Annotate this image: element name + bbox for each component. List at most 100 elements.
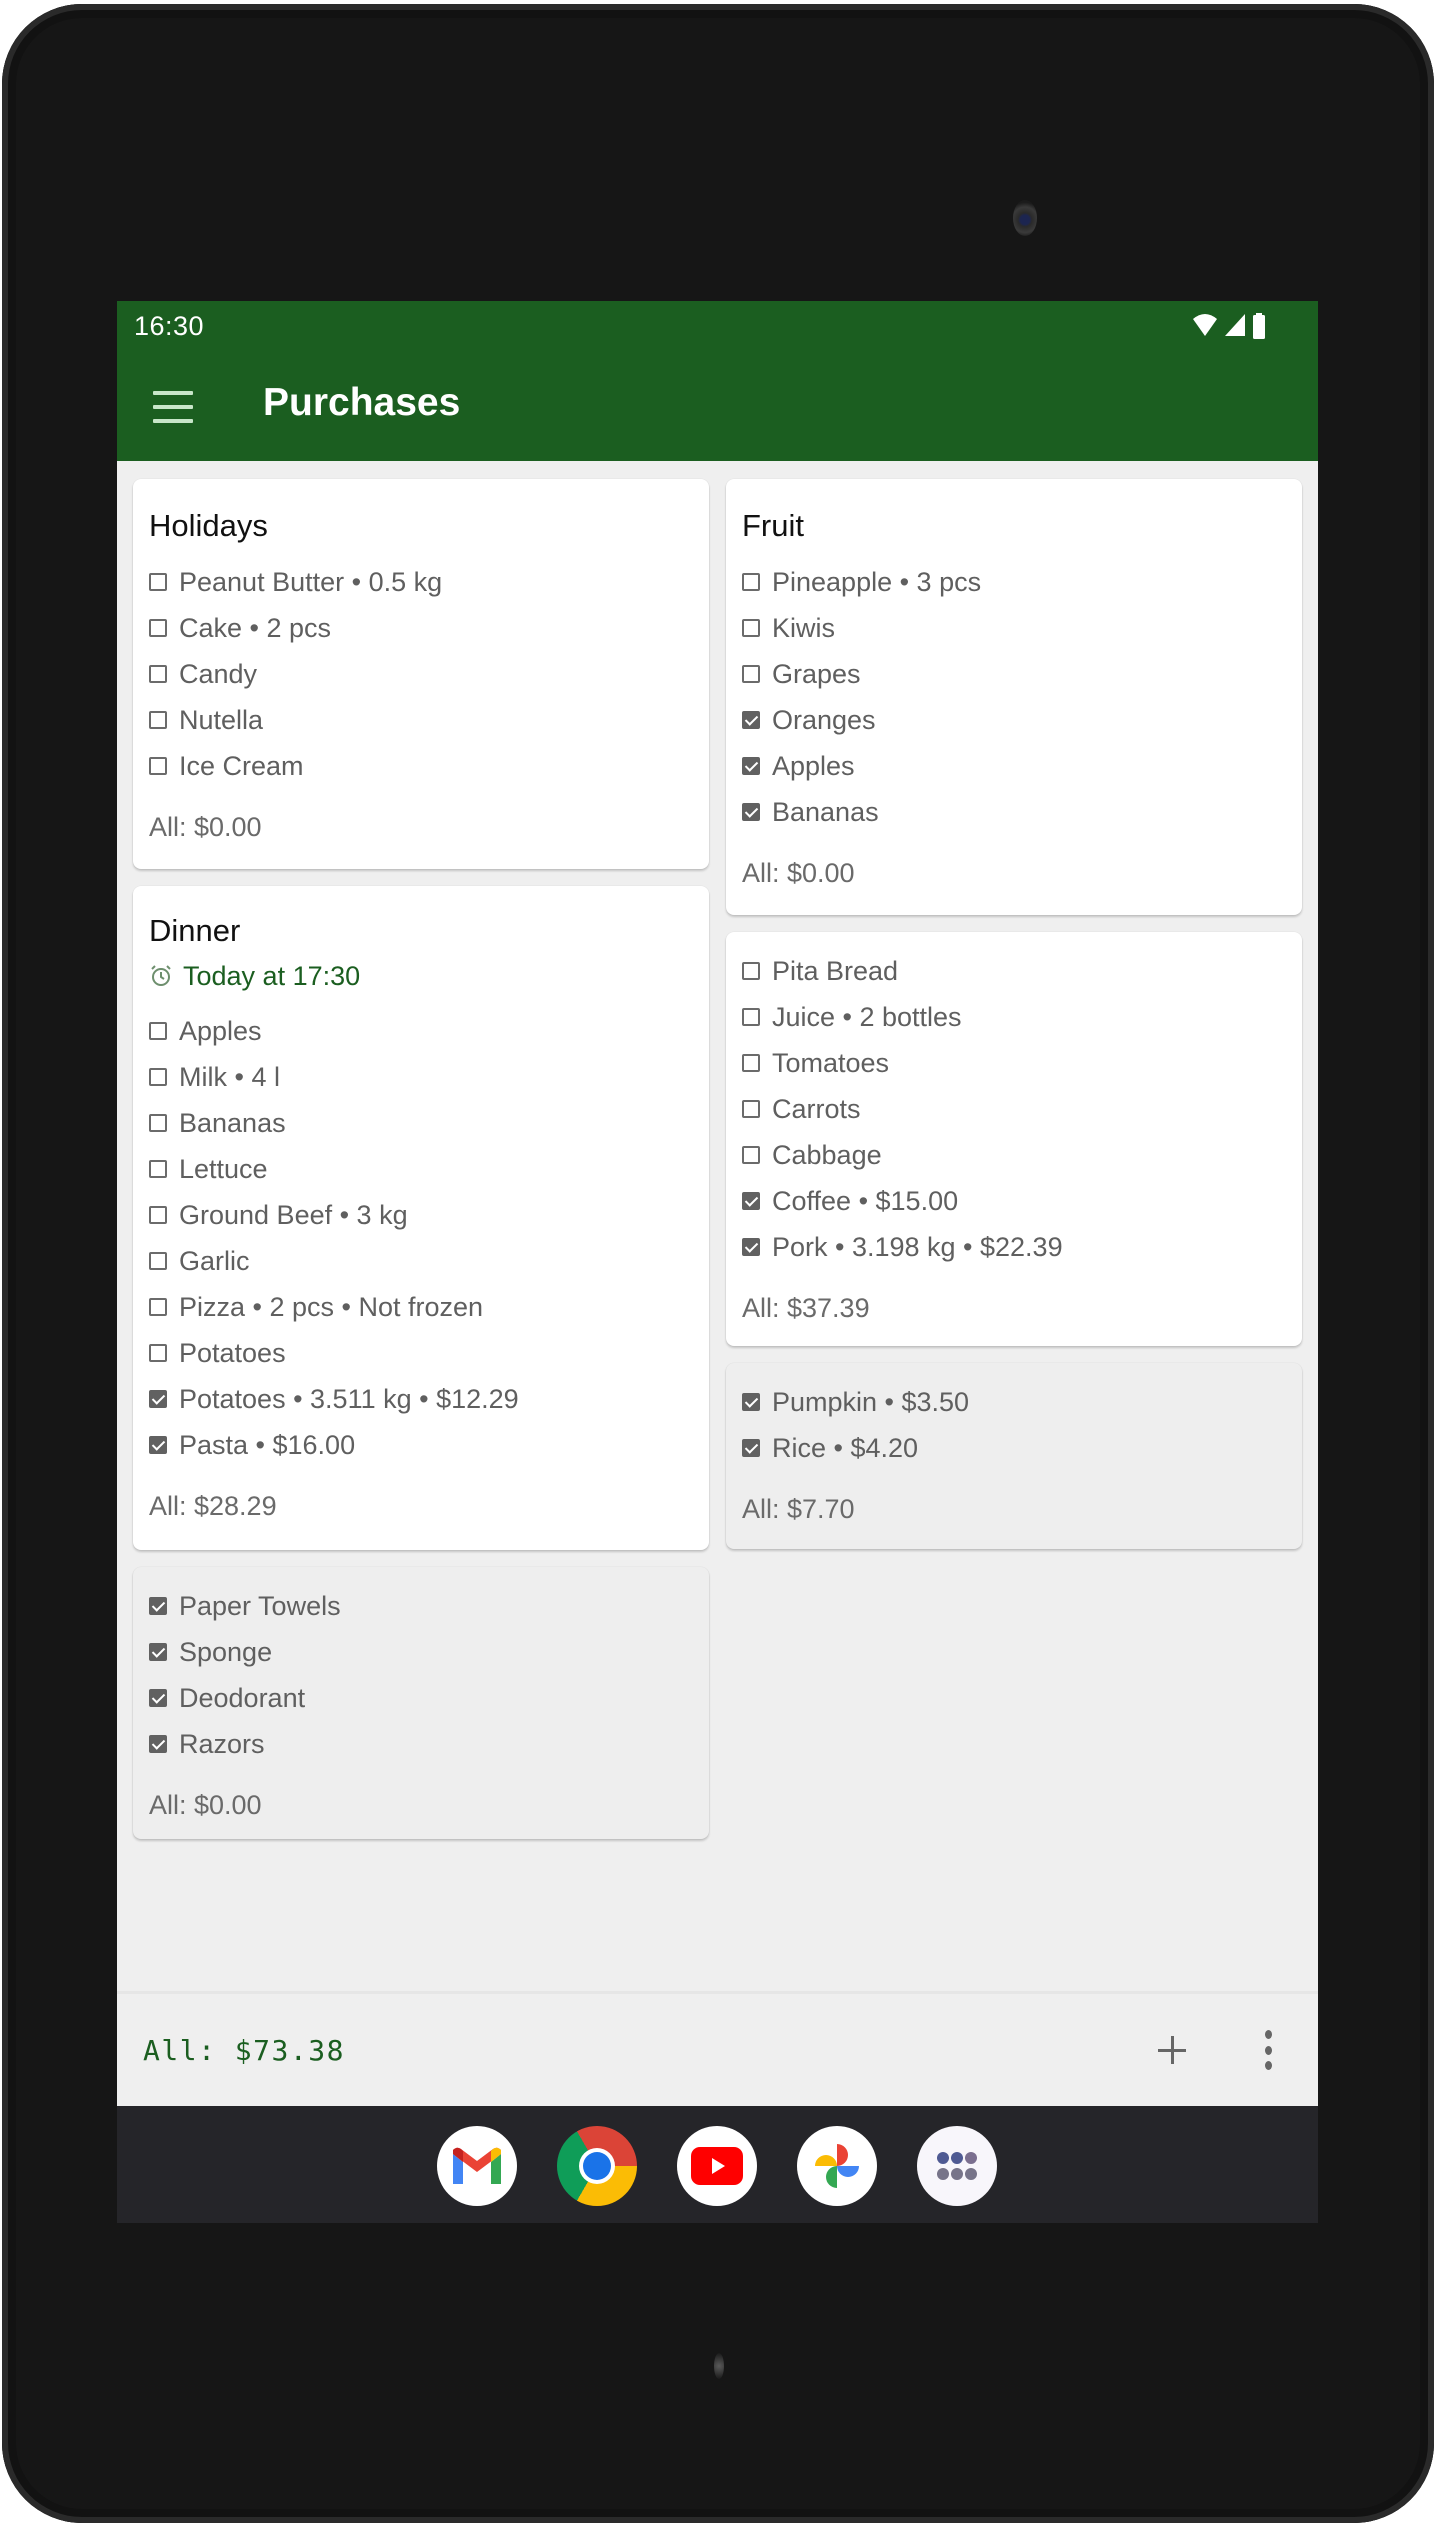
app-drawer-icon[interactable] — [917, 2126, 997, 2206]
checkbox-checked-icon[interactable] — [742, 1439, 760, 1457]
list-card-groceries[interactable]: Pita Bread Juice • 2 bottles Tomatoes Carro… — [726, 932, 1302, 1346]
list-item[interactable]: Apples — [149, 1008, 693, 1054]
checkbox-unchecked-icon[interactable] — [742, 1008, 760, 1026]
list-item[interactable]: Lettuce — [149, 1146, 693, 1192]
list-item[interactable]: Kiwis — [742, 605, 1286, 651]
list-item[interactable]: Deodorant — [149, 1675, 693, 1721]
list-item[interactable]: Candy — [149, 651, 693, 697]
list-item[interactable]: Rice • $4.20 — [742, 1425, 1286, 1471]
list-item[interactable]: Carrots — [742, 1086, 1286, 1132]
hamburger-menu-icon[interactable] — [153, 391, 193, 423]
list-title: Holidays — [149, 508, 268, 543]
list-item[interactable]: Nutella — [149, 697, 693, 743]
battery-icon — [1253, 313, 1265, 339]
list-item[interactable]: Grapes — [742, 651, 1286, 697]
item-label: Peanut Butter • 0.5 kg — [179, 566, 443, 597]
checkbox-checked-icon[interactable] — [742, 1192, 760, 1210]
list-item[interactable]: Razors — [149, 1721, 693, 1767]
list-item[interactable]: Ice Cream — [149, 743, 693, 789]
item-label: Garlic — [179, 1245, 250, 1276]
checkbox-unchecked-icon[interactable] — [149, 1022, 167, 1040]
checkbox-unchecked-icon[interactable] — [149, 1114, 167, 1132]
checkbox-checked-icon[interactable] — [149, 1689, 167, 1707]
item-label: Razors — [179, 1728, 265, 1759]
checkbox-checked-icon[interactable] — [742, 803, 760, 821]
checkbox-unchecked-icon[interactable] — [742, 1054, 760, 1072]
list-item[interactable]: Cake • 2 pcs — [149, 605, 693, 651]
list-item[interactable]: Pita Bread — [742, 948, 1286, 994]
photos-icon[interactable] — [797, 2126, 877, 2206]
checkbox-unchecked-icon[interactable] — [149, 1298, 167, 1316]
list-item[interactable]: Coffee • $15.00 — [742, 1178, 1286, 1224]
item-label: Lettuce — [179, 1153, 268, 1184]
item-label: Bananas — [772, 796, 879, 827]
list-item[interactable]: Sponge — [149, 1629, 693, 1675]
checkbox-checked-icon[interactable] — [742, 1238, 760, 1256]
checkbox-unchecked-icon[interactable] — [149, 573, 167, 591]
list-item[interactable]: Ground Beef • 3 kg — [149, 1192, 693, 1238]
checkbox-checked-icon[interactable] — [149, 1436, 167, 1454]
youtube-icon[interactable] — [677, 2126, 757, 2206]
checkbox-unchecked-icon[interactable] — [742, 962, 760, 980]
list-total: All: $0.00 — [742, 858, 855, 888]
list-card-completed[interactable]: Pumpkin • $3.50 Rice • $4.20 All: $7.70 — [726, 1363, 1302, 1549]
list-card-fruit[interactable]: Fruit Pineapple • 3 pcs Kiwis Grapes Orange… — [726, 479, 1302, 915]
list-item[interactable]: Oranges — [742, 697, 1286, 743]
list-item[interactable]: Pumpkin • $3.50 — [742, 1379, 1286, 1425]
item-label: Tomatoes — [772, 1047, 890, 1078]
checkbox-unchecked-icon[interactable] — [149, 665, 167, 683]
more-vert-icon[interactable] — [1258, 2030, 1278, 2070]
checkbox-checked-icon[interactable] — [149, 1643, 167, 1661]
item-label: Bananas — [179, 1107, 286, 1138]
checkbox-unchecked-icon[interactable] — [149, 1252, 167, 1270]
list-item[interactable]: Cabbage — [742, 1132, 1286, 1178]
list-item[interactable]: Bananas — [742, 789, 1286, 835]
list-card-dinner[interactable]: Dinner Today at 17:30 Apples Milk • 4 l Ba… — [133, 886, 709, 1550]
checkbox-checked-icon[interactable] — [149, 1735, 167, 1753]
list-title: Dinner — [149, 913, 241, 948]
list-items: Pumpkin • $3.50 Rice • $4.20 — [742, 1379, 1286, 1471]
checkbox-unchecked-icon[interactable] — [149, 757, 167, 775]
item-label: Rice • $4.20 — [772, 1432, 919, 1463]
item-label: Ground Beef • 3 kg — [179, 1199, 408, 1230]
checkbox-unchecked-icon[interactable] — [742, 1100, 760, 1118]
checkbox-unchecked-icon[interactable] — [149, 1206, 167, 1224]
list-item[interactable]: Potatoes — [149, 1330, 693, 1376]
checkbox-unchecked-icon[interactable] — [149, 711, 167, 729]
list-card-holidays[interactable]: Holidays Peanut Butter • 0.5 kg Cake • 2 … — [133, 479, 709, 869]
list-item[interactable]: Pasta • $16.00 — [149, 1422, 693, 1468]
list-item[interactable]: Milk • 4 l — [149, 1054, 693, 1100]
list-items: Peanut Butter • 0.5 kg Cake • 2 pcs Candy N… — [149, 559, 693, 789]
checkbox-unchecked-icon[interactable] — [149, 1344, 167, 1362]
status-icons — [1192, 313, 1266, 339]
list-card-household[interactable]: Paper Towels Sponge Deodorant Razors All: $… — [133, 1567, 709, 1839]
list-item[interactable]: Apples — [742, 743, 1286, 789]
checkbox-unchecked-icon[interactable] — [742, 619, 760, 637]
checkbox-checked-icon[interactable] — [149, 1597, 167, 1615]
item-label: Pizza • 2 pcs • Not frozen — [179, 1291, 484, 1322]
checkbox-unchecked-icon[interactable] — [742, 1146, 760, 1164]
list-item[interactable]: Tomatoes — [742, 1040, 1286, 1086]
checkbox-unchecked-icon[interactable] — [742, 573, 760, 591]
checkbox-checked-icon[interactable] — [742, 1393, 760, 1411]
chrome-icon[interactable] — [557, 2126, 637, 2206]
checkbox-unchecked-icon[interactable] — [742, 665, 760, 683]
checkbox-unchecked-icon[interactable] — [149, 1068, 167, 1086]
checkbox-checked-icon[interactable] — [149, 1390, 167, 1408]
list-item[interactable]: Pineapple • 3 pcs — [742, 559, 1286, 605]
checkbox-unchecked-icon[interactable] — [149, 619, 167, 637]
list-item[interactable]: Peanut Butter • 0.5 kg — [149, 559, 693, 605]
list-item[interactable]: Juice • 2 bottles — [742, 994, 1286, 1040]
list-item[interactable]: Garlic — [149, 1238, 693, 1284]
list-item[interactable]: Pizza • 2 pcs • Not frozen — [149, 1284, 693, 1330]
checkbox-checked-icon[interactable] — [742, 757, 760, 775]
checkbox-unchecked-icon[interactable] — [149, 1160, 167, 1178]
list-item[interactable]: Paper Towels — [149, 1583, 693, 1629]
list-item[interactable]: Pork • 3.198 kg • $22.39 — [742, 1224, 1286, 1270]
list-item[interactable]: Bananas — [149, 1100, 693, 1146]
plus-icon[interactable] — [1152, 2030, 1192, 2070]
list-item[interactable]: Potatoes • 3.511 kg • $12.29 — [149, 1376, 693, 1422]
gmail-icon[interactable] — [437, 2126, 517, 2206]
item-label: Pasta • $16.00 — [179, 1429, 356, 1460]
checkbox-checked-icon[interactable] — [742, 711, 760, 729]
